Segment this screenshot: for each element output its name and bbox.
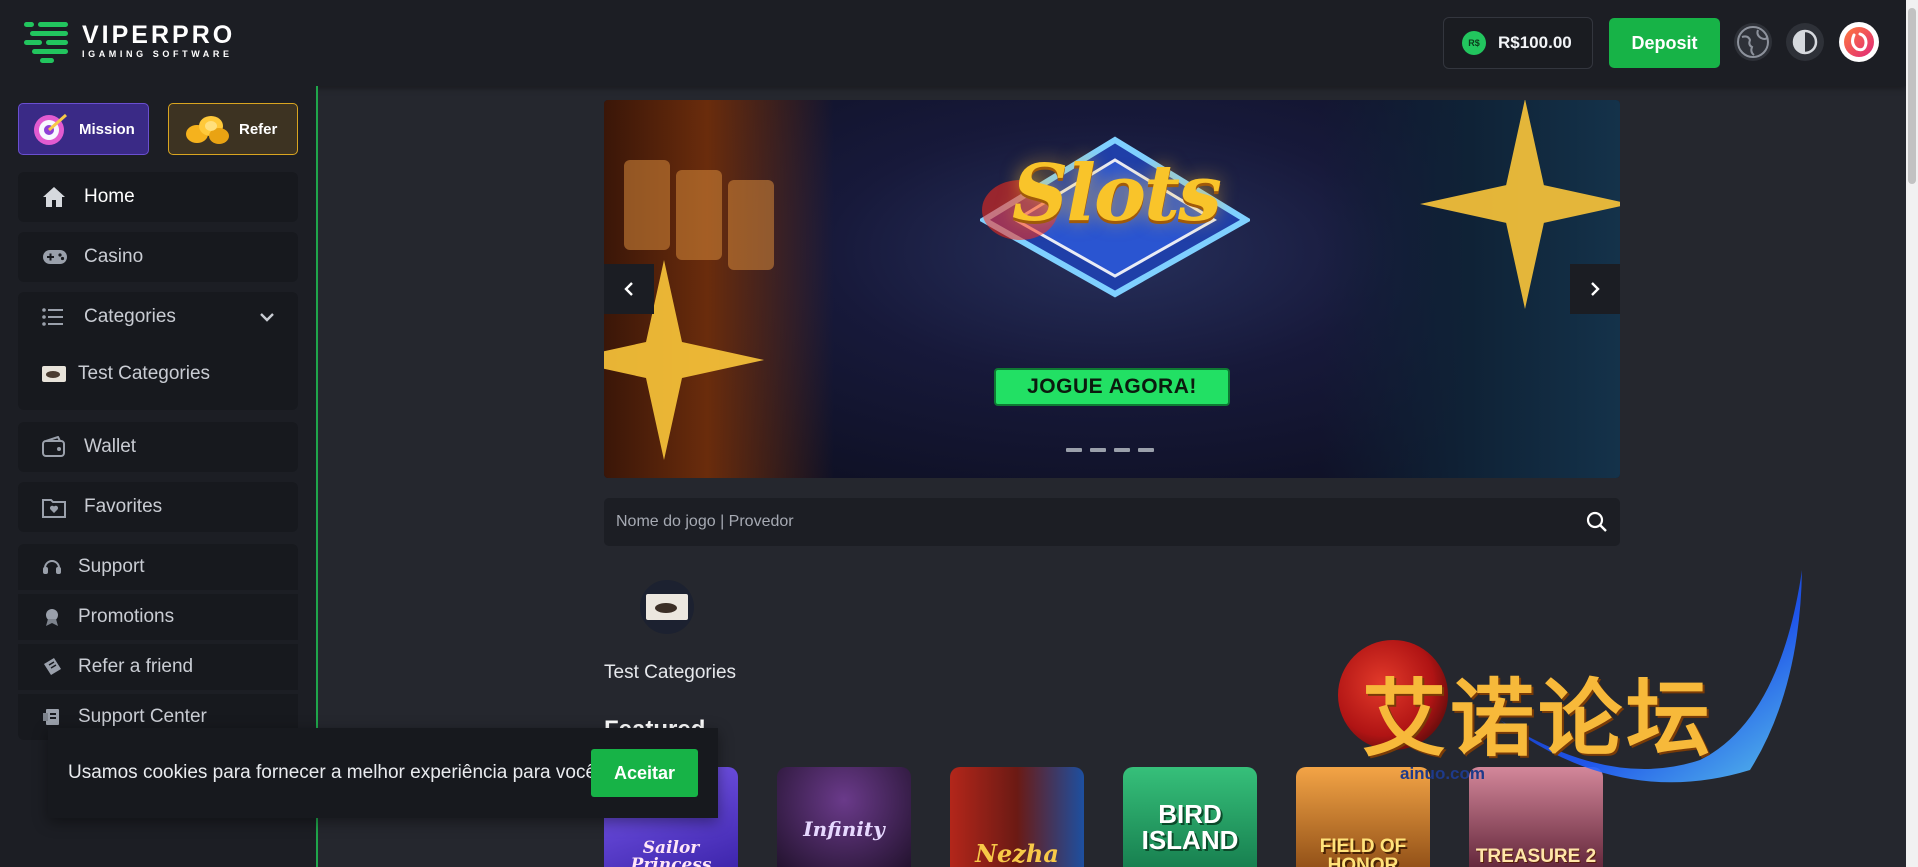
- category-thumb-icon: [42, 366, 66, 382]
- sidebar-item-label: Promotions: [78, 606, 175, 627]
- category-test-categories-icon[interactable]: [640, 580, 694, 634]
- user-avatar[interactable]: [1839, 22, 1879, 62]
- balance-display[interactable]: R$ R$100.00: [1443, 17, 1593, 69]
- sidebar-item-label: Favorites: [84, 496, 163, 517]
- cookie-accept-button[interactable]: Aceitar: [591, 749, 698, 797]
- cookie-message: Usamos cookies para fornecer a melhor ex…: [68, 762, 602, 783]
- sidebar-item-label: Support Center: [78, 706, 207, 727]
- balance-value: R$100.00: [1498, 33, 1572, 52]
- favorites-icon: [42, 496, 70, 518]
- sidebar-item-label: Wallet: [84, 436, 137, 457]
- theme-toggle-icon: [1792, 29, 1818, 55]
- banner-cta-button[interactable]: JOGUE AGORA!: [994, 368, 1230, 406]
- game-title: Treasure 2: [1475, 845, 1597, 867]
- carousel-prev-button[interactable]: [604, 264, 654, 314]
- reel-decoration: [624, 160, 670, 250]
- wallet-icon: [42, 436, 70, 458]
- coins-icon: [186, 116, 229, 144]
- sidebar-item-categories[interactable]: Categories: [18, 292, 298, 342]
- avatar-logo-icon: [1844, 27, 1874, 57]
- category-thumb-icon: [646, 594, 688, 620]
- carousel-dot[interactable]: [1090, 448, 1106, 452]
- mission-button[interactable]: Mission: [18, 103, 149, 155]
- watermark-text: 艾诺论坛: [1362, 670, 1715, 768]
- headset-icon: [42, 557, 62, 577]
- gamepad-icon: [42, 248, 70, 266]
- carousel-dot[interactable]: [1066, 448, 1082, 452]
- game-title: Field of Honor: [1319, 836, 1407, 867]
- game-tile-infinity[interactable]: Infinity: [777, 767, 911, 867]
- viper-logo-icon: [24, 20, 72, 63]
- sidebar-item-label: Categories: [84, 306, 176, 327]
- top-bar: VIPERPRO IGAMING SOFTWARE R$ R$100.00 De…: [0, 0, 1906, 86]
- chevron-down-icon[interactable]: [258, 308, 276, 326]
- sidebar-item-label: Support: [78, 556, 145, 577]
- game-title: Bird Island: [1141, 799, 1239, 855]
- reel-decoration: [676, 170, 722, 260]
- game-tile-nezha[interactable]: Nezha: [950, 767, 1084, 867]
- carousel-dot[interactable]: [1138, 448, 1154, 452]
- home-icon: [42, 186, 70, 208]
- mission-label: Mission: [79, 120, 135, 138]
- chevron-left-icon: [624, 282, 633, 296]
- sidebar-item-label: Casino: [84, 246, 144, 267]
- globe-icon: [1737, 26, 1769, 58]
- carousel-indicators: [1066, 448, 1162, 452]
- reel-decoration: [728, 180, 774, 270]
- brand-name: VIPERPRO: [82, 21, 236, 49]
- sidebar-item-favorites[interactable]: Favorites: [18, 482, 298, 532]
- game-tile-bird-island[interactable]: Bird Island: [1123, 767, 1257, 867]
- page-scrollbar-thumb[interactable]: [1908, 8, 1916, 184]
- hero-banner-carousel[interactable]: Slots JOGUE AGORA!: [604, 100, 1620, 478]
- game-title: Sailor Princess: [630, 838, 712, 867]
- game-title: Nezha: [975, 839, 1059, 867]
- brand-tagline: IGAMING SOFTWARE: [82, 49, 233, 59]
- sidebar-item-label: Home: [84, 186, 135, 207]
- sidebar-item-promotions[interactable]: Promotions: [18, 594, 298, 640]
- categories-group: Categories Test Categories: [18, 292, 298, 410]
- sidebar-item-casino[interactable]: Casino: [18, 232, 298, 282]
- book-icon: [42, 707, 62, 727]
- refer-button[interactable]: Refer: [168, 103, 298, 155]
- language-button[interactable]: [1734, 23, 1772, 61]
- award-icon: [42, 607, 62, 627]
- search-icon[interactable]: [1586, 511, 1608, 533]
- carousel-next-button[interactable]: [1570, 264, 1620, 314]
- target-icon: [34, 113, 67, 145]
- theme-toggle-button[interactable]: [1786, 23, 1824, 61]
- chevron-right-icon: [1591, 282, 1600, 296]
- brand-logo[interactable]: VIPERPRO IGAMING SOFTWARE: [24, 20, 236, 63]
- banner-title: Slots: [1012, 148, 1222, 239]
- category-test-categories-label[interactable]: Test Categories: [604, 662, 736, 684]
- sidebar-item-label: Refer a friend: [78, 656, 194, 677]
- ticket-icon: [42, 657, 62, 677]
- deposit-button[interactable]: Deposit: [1609, 18, 1720, 68]
- game-title: Infinity: [803, 817, 885, 841]
- sidebar-item-home[interactable]: Home: [18, 172, 298, 222]
- sidebar-item-label: Test Categories: [78, 363, 211, 384]
- carousel-dot[interactable]: [1114, 448, 1130, 452]
- watermark-url: ainuo.com: [1400, 764, 1486, 783]
- sidebar-item-wallet[interactable]: Wallet: [18, 422, 298, 472]
- game-search-input[interactable]: Nome do jogo | Provedor: [604, 498, 1620, 546]
- search-placeholder: Nome do jogo | Provedor: [616, 513, 794, 530]
- currency-coin-icon: R$: [1462, 31, 1486, 55]
- refer-label: Refer: [239, 120, 278, 138]
- list-icon: [42, 308, 70, 326]
- cookie-banner: Usamos cookies para fornecer a melhor ex…: [48, 728, 718, 818]
- sidebar-item-test-categories[interactable]: Test Categories: [18, 354, 298, 394]
- sidebar-item-refer-a-friend[interactable]: Refer a friend: [18, 644, 298, 690]
- sidebar-item-support[interactable]: Support: [18, 544, 298, 590]
